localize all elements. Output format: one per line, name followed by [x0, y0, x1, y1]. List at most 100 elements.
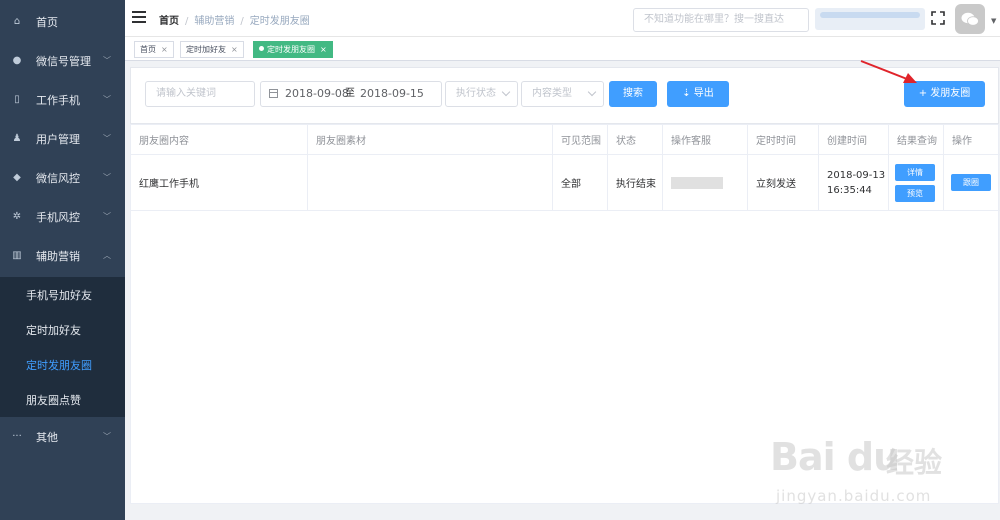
sidebar-item-other[interactable]: ··· 其他 ﹀	[0, 417, 125, 456]
publish-moments-button[interactable]: + 发朋友圈	[904, 81, 985, 107]
preview-button[interactable]: 预览	[895, 184, 935, 202]
column-header: 操作客服	[663, 125, 748, 154]
breadcrumb-home[interactable]: 首页	[159, 16, 179, 27]
calendar-icon	[269, 89, 278, 98]
sidebar-item-label: 微信风控	[36, 171, 80, 185]
status-select-placeholder: 执行状态	[456, 88, 496, 99]
close-icon[interactable]: ×	[231, 45, 238, 54]
date-separator: 至	[345, 88, 355, 99]
date-end[interactable]: 2018-09-15	[360, 82, 424, 106]
caret-down-icon[interactable]: ▼	[991, 17, 996, 25]
column-header: 定时时间	[748, 125, 819, 154]
keyword-input[interactable]: 请输入关键词	[145, 81, 255, 107]
breadcrumb-marketing: 辅助营销	[194, 16, 235, 27]
top-navbar: 首页 / 辅助营销 / 定时发朋友圈 不知道功能在哪里？搜一搜直达 ▼	[125, 0, 1000, 37]
tags-view: 首页 × 定时加好友 × 定时发朋友圈 ×	[125, 37, 1000, 61]
user-icon: ♟	[12, 133, 22, 144]
chevron-down-icon: ﹀	[103, 95, 111, 104]
sidebar-submenu: 手机号加好友 定时加好友 定时发朋友圈 朋友圈点赞	[0, 277, 125, 417]
created-date: 2018-09-13	[827, 169, 886, 181]
created-time: 16:35:44	[827, 184, 872, 196]
column-header: 结果查询	[889, 125, 944, 154]
active-dot-icon	[259, 46, 264, 51]
fan-icon: ✲	[12, 211, 22, 222]
column-header: 朋友圈素材	[308, 125, 553, 154]
sidebar-item-marketing[interactable]: ▥ 辅助营销 ︿	[0, 236, 125, 275]
sidebar-item-moments-like[interactable]: 朋友圈点赞	[0, 382, 125, 417]
cell-created: 2018-09-13 16:35:44	[819, 155, 889, 210]
operator-blurred	[671, 176, 723, 189]
tag-label: 定时加好友	[186, 45, 226, 54]
follow-moments-button[interactable]: 跟圈	[951, 174, 991, 191]
content-type-select[interactable]: 内容类型	[521, 81, 604, 107]
column-header: 状态	[608, 125, 663, 154]
cell-material	[308, 155, 553, 210]
status-select[interactable]: 执行状态	[445, 81, 518, 107]
breadcrumb: 首页 / 辅助营销 / 定时发朋友圈	[159, 16, 310, 27]
breadcrumb-current: 定时发朋友圈	[249, 16, 310, 27]
cell-results: 详情 预览	[889, 155, 944, 210]
cell-scope: 全部	[553, 155, 608, 210]
sidebar-item-wechat-management[interactable]: ● 微信号管理 ﹀	[0, 41, 125, 80]
tag-label: 首页	[140, 45, 156, 54]
sidebar-item-scheduled-moments[interactable]: 定时发朋友圈	[0, 347, 125, 382]
sidebar-item-user-management[interactable]: ♟ 用户管理 ﹀	[0, 119, 125, 158]
feature-search-input[interactable]: 不知道功能在哪里？搜一搜直达	[633, 8, 809, 32]
sidebar-item-scheduled-add-friend[interactable]: 定时加好友	[0, 312, 125, 347]
sidebar-item-home[interactable]: ⌂ 首页	[0, 2, 125, 41]
export-button[interactable]: ⇣ 导出	[667, 81, 729, 107]
cell-operator	[663, 155, 748, 210]
tag-scheduled-moments[interactable]: 定时发朋友圈 ×	[253, 41, 333, 58]
sidebar-item-label: 工作手机	[36, 93, 80, 107]
watermark-logo: Bai du	[770, 435, 900, 479]
sidebar-item-label: 辅助营销	[36, 249, 80, 263]
phone-icon: ▯	[14, 94, 20, 105]
sidebar-item-label: 其他	[36, 430, 58, 444]
chevron-down-icon	[501, 87, 511, 97]
close-icon[interactable]: ×	[161, 45, 168, 54]
watermark: Bai du 经验 jingyan.baidu.com	[762, 425, 962, 515]
chevron-down-icon: ﹀	[103, 432, 111, 441]
sidebar-item-wechat-risk[interactable]: ◆ 微信风控 ﹀	[0, 158, 125, 197]
search-button[interactable]: 搜索	[609, 81, 657, 107]
close-icon[interactable]: ×	[320, 45, 327, 54]
column-header: 朋友圈内容	[131, 125, 308, 154]
more-icon: ···	[12, 431, 22, 442]
sidebar-item-label: 首页	[36, 15, 58, 29]
account-info-blurred-line	[820, 12, 920, 18]
tag-home[interactable]: 首页 ×	[134, 41, 174, 58]
sidebar-item-phone-add-friend[interactable]: 手机号加好友	[0, 277, 125, 312]
shield-icon: ◆	[13, 172, 21, 183]
chevron-down-icon: ﹀	[103, 134, 111, 143]
fullscreen-icon[interactable]	[931, 11, 945, 25]
chevron-down-icon: ﹀	[103, 212, 111, 221]
column-header: 操作	[952, 136, 972, 147]
cell-status: 执行结束	[608, 155, 663, 210]
sidebar-item-label: 手机风控	[36, 210, 80, 224]
sidebar: ⌂ 首页 ● 微信号管理 ﹀ ▯ 工作手机 ﹀ ♟ 用户管理 ﹀ ◆ 微信风控 …	[0, 0, 125, 520]
date-start[interactable]: 2018-09-08	[285, 82, 349, 106]
sidebar-item-label: 微信号管理	[36, 54, 91, 68]
hamburger-icon[interactable]	[132, 11, 146, 23]
cell-actions: 跟圈	[944, 155, 1000, 210]
tag-scheduled-add-friend[interactable]: 定时加好友 ×	[180, 41, 244, 58]
sidebar-item-work-phone[interactable]: ▯ 工作手机 ﹀	[0, 80, 125, 119]
date-range-picker[interactable]: 2018-09-08 至 2018-09-15	[260, 81, 442, 107]
chart-icon: ▥	[12, 250, 22, 261]
tag-label: 定时发朋友圈	[267, 45, 315, 54]
table-header: 朋友圈内容 朋友圈素材 可见范围 状态 操作客服 定时时间 创建时间 结果查询 …	[131, 125, 1000, 155]
chevron-down-icon: ﹀	[103, 56, 111, 65]
detail-button[interactable]: 详情	[895, 163, 935, 181]
home-icon: ⌂	[13, 16, 21, 27]
sidebar-item-phone-risk[interactable]: ✲ 手机风控 ﹀	[0, 197, 125, 236]
chevron-down-icon: ﹀	[103, 173, 111, 182]
sidebar-item-label: 用户管理	[36, 132, 80, 146]
chevron-up-icon: ︿	[103, 251, 111, 260]
cell-schedule: 立刻发送	[748, 155, 819, 210]
watermark-title: 经验	[886, 446, 943, 479]
avatar[interactable]	[955, 4, 985, 34]
column-header: 可见范围	[553, 125, 608, 154]
column-header: 创建时间	[819, 125, 889, 154]
cell-content: 红鹰工作手机	[131, 155, 308, 210]
table-row: 红鹰工作手机 全部 执行结束 立刻发送 2018-09-13 16:35:44 …	[131, 155, 1000, 211]
